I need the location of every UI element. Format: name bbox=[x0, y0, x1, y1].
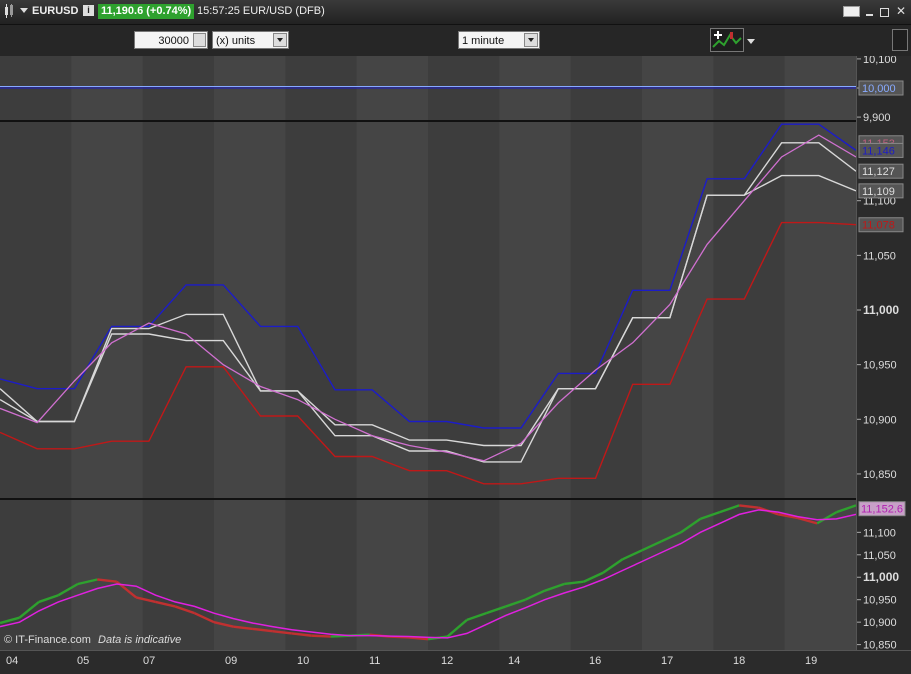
info-icon[interactable]: i bbox=[83, 5, 94, 16]
y-tick-label: 11,000 bbox=[863, 570, 899, 584]
x-tick-label: 04 bbox=[6, 655, 18, 667]
stepper-icon[interactable] bbox=[193, 33, 206, 47]
indicator-icon bbox=[712, 31, 742, 48]
chevron-down-icon[interactable] bbox=[747, 39, 755, 44]
x-tick-label: 14 bbox=[508, 655, 520, 667]
x-tick-label: 16 bbox=[589, 655, 601, 667]
y-tick-label: 11,050 bbox=[863, 550, 896, 562]
background-stripe bbox=[71, 500, 144, 650]
background-stripe bbox=[142, 500, 215, 650]
price-candle-segment bbox=[311, 634, 331, 638]
background-stripe bbox=[642, 500, 715, 650]
sync-icon[interactable] bbox=[892, 29, 908, 51]
y-tick-label: 10,900 bbox=[863, 617, 897, 629]
chevron-down-icon[interactable] bbox=[524, 33, 538, 47]
last-price-label: 11,152.6 bbox=[861, 504, 903, 516]
x-tick-label: 17 bbox=[661, 655, 673, 667]
y-tick-label: 10,950 bbox=[863, 360, 897, 372]
chart-area[interactable] bbox=[0, 56, 857, 650]
x-tick-label: 12 bbox=[441, 655, 453, 667]
price-label: 11,146 bbox=[862, 145, 895, 157]
price-label: 11,078 bbox=[862, 220, 895, 232]
source-label: © IT-Finance.com bbox=[4, 634, 91, 646]
background-stripe bbox=[713, 500, 786, 650]
chevron-down-icon[interactable] bbox=[273, 33, 287, 47]
time-and-instrument: 15:57:25 EUR/USD (DFB) bbox=[197, 5, 325, 17]
timeframe-value: 1 minute bbox=[462, 35, 505, 47]
keyboard-icon[interactable] bbox=[843, 6, 860, 17]
background-stripe bbox=[499, 122, 572, 498]
indicative-note: Data is indicative bbox=[98, 634, 182, 646]
candlestick-chart-icon[interactable] bbox=[3, 4, 19, 21]
background-stripe bbox=[214, 122, 287, 498]
price-change-badge: 11,190.6 (+0.74%) bbox=[98, 4, 195, 19]
minimize-icon[interactable] bbox=[866, 14, 873, 16]
timeframe-dropdown[interactable]: 1 minute bbox=[458, 31, 540, 49]
y-tick-label: 11,100 bbox=[863, 527, 896, 539]
close-icon[interactable]: ✕ bbox=[896, 4, 906, 18]
units-dropdown[interactable]: (x) units bbox=[212, 31, 289, 49]
x-tick-label: 07 bbox=[143, 655, 155, 667]
y-tick-label: 9,900 bbox=[863, 112, 891, 124]
background-stripe bbox=[784, 122, 857, 498]
y-tick-label: 11,000 bbox=[863, 303, 899, 317]
background-stripe bbox=[0, 500, 73, 650]
time-axis: 04 05 07 09 10 11 12 14 16 17 18 19 bbox=[0, 650, 911, 669]
background-stripe bbox=[285, 500, 358, 650]
x-tick-label: 09 bbox=[225, 655, 237, 667]
toolbar: 30000 (x) units 1 minute bbox=[0, 25, 911, 57]
price-axis: 10,100 10,000 9,900 11,100 11,050 11,000 10,95… bbox=[856, 54, 911, 652]
background-stripe bbox=[428, 122, 501, 498]
footnote: © IT-Finance.com Data is indicative bbox=[4, 634, 181, 646]
background-stripe bbox=[570, 122, 643, 498]
x-tick-label: 10 bbox=[297, 655, 309, 667]
time-axis-svg: 04 05 07 09 10 11 12 14 16 17 18 19 bbox=[6, 655, 817, 667]
quantity-input[interactable]: 30000 bbox=[134, 31, 208, 49]
x-tick-label: 11 bbox=[369, 655, 380, 667]
background-stripe bbox=[356, 500, 429, 650]
y-tick-label: 10,950 bbox=[863, 595, 897, 607]
background-stripe bbox=[570, 500, 643, 650]
quantity-value: 30000 bbox=[158, 35, 189, 47]
price-label: 11,127 bbox=[862, 166, 895, 178]
chevron-down-icon[interactable] bbox=[20, 8, 28, 13]
background-stripe bbox=[142, 122, 215, 498]
y-tick-label: 10,900 bbox=[863, 414, 897, 426]
background-stripe bbox=[499, 500, 572, 650]
x-tick-label: 05 bbox=[77, 655, 89, 667]
restore-icon[interactable] bbox=[880, 8, 889, 17]
background-stripe bbox=[428, 500, 501, 650]
y-tick-label: 11,050 bbox=[863, 250, 896, 262]
indicator-tools-button[interactable] bbox=[710, 28, 744, 52]
chart-svg[interactable] bbox=[0, 56, 857, 650]
title-bar: EURUSD i 11,190.6 (+0.74%) 15:57:25 EUR/… bbox=[0, 0, 911, 25]
y-tick-label: 10,850 bbox=[863, 469, 897, 481]
units-label: (x) units bbox=[216, 35, 256, 47]
price-label-10000: 10,000 bbox=[862, 83, 896, 95]
price-label: 11,109 bbox=[862, 186, 895, 198]
y-tick-label: 10,100 bbox=[863, 56, 897, 66]
price-axis-svg: 10,100 10,000 9,900 11,100 11,050 11,000 10,95… bbox=[857, 54, 906, 652]
y-tick-label: 10,850 bbox=[863, 640, 897, 650]
x-tick-label: 19 bbox=[805, 655, 817, 667]
symbol-label: EURUSD bbox=[32, 5, 79, 17]
background-stripe bbox=[642, 122, 715, 498]
x-tick-label: 18 bbox=[733, 655, 745, 667]
background-stripe bbox=[0, 122, 73, 498]
